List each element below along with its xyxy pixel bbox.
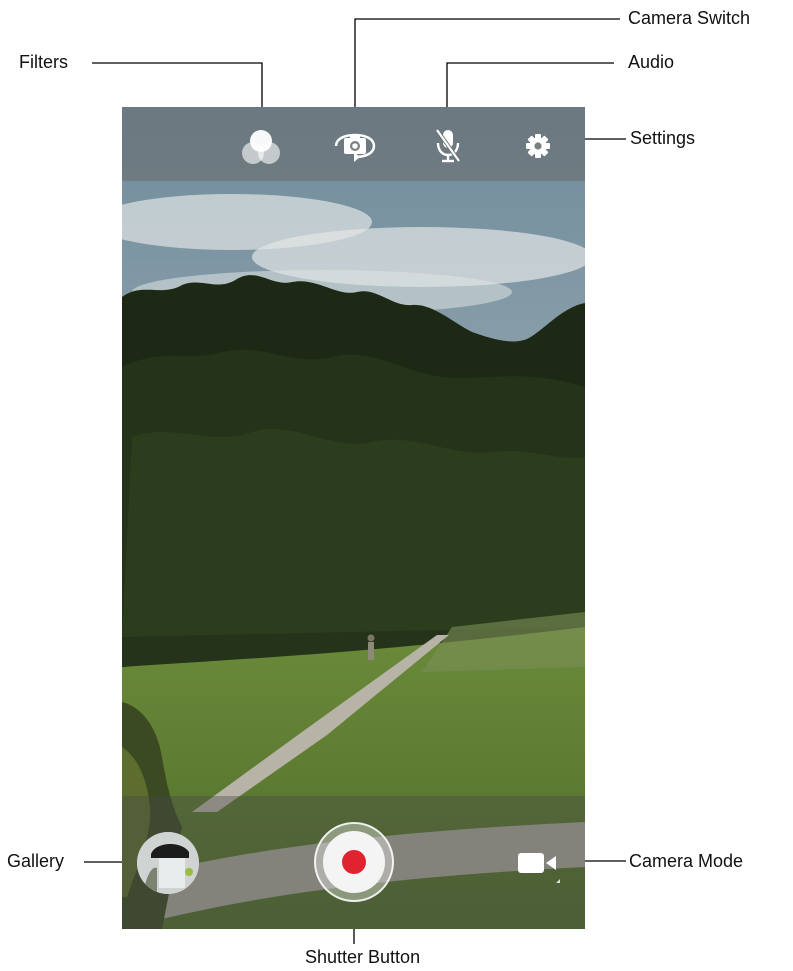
microphone-muted-icon[interactable]: [434, 127, 462, 165]
filters-callout: Filters: [19, 52, 68, 72]
camera-mode-callout: Camera Mode: [629, 851, 744, 871]
gear-icon[interactable]: [525, 133, 551, 159]
filters-icon[interactable]: [239, 127, 285, 167]
settings-callout: Settings: [630, 128, 696, 148]
video-camera-icon[interactable]: [516, 845, 560, 885]
camera-screen: [122, 107, 585, 929]
shutter-button-face: [323, 831, 385, 893]
camera-switch-leader: [354, 18, 620, 120]
audio-callout: Audio: [628, 52, 675, 72]
shutter-button[interactable]: [314, 822, 394, 902]
camera-switch-callout: Camera Switch: [628, 8, 751, 28]
gallery-thumbnail-image: [137, 832, 199, 894]
gallery-thumbnail[interactable]: [137, 832, 199, 894]
record-dot-icon: [342, 850, 366, 874]
camera-switch-icon[interactable]: [330, 129, 380, 163]
gallery-callout: Gallery: [7, 851, 65, 871]
shutter-callout: Shutter Button: [305, 947, 421, 967]
